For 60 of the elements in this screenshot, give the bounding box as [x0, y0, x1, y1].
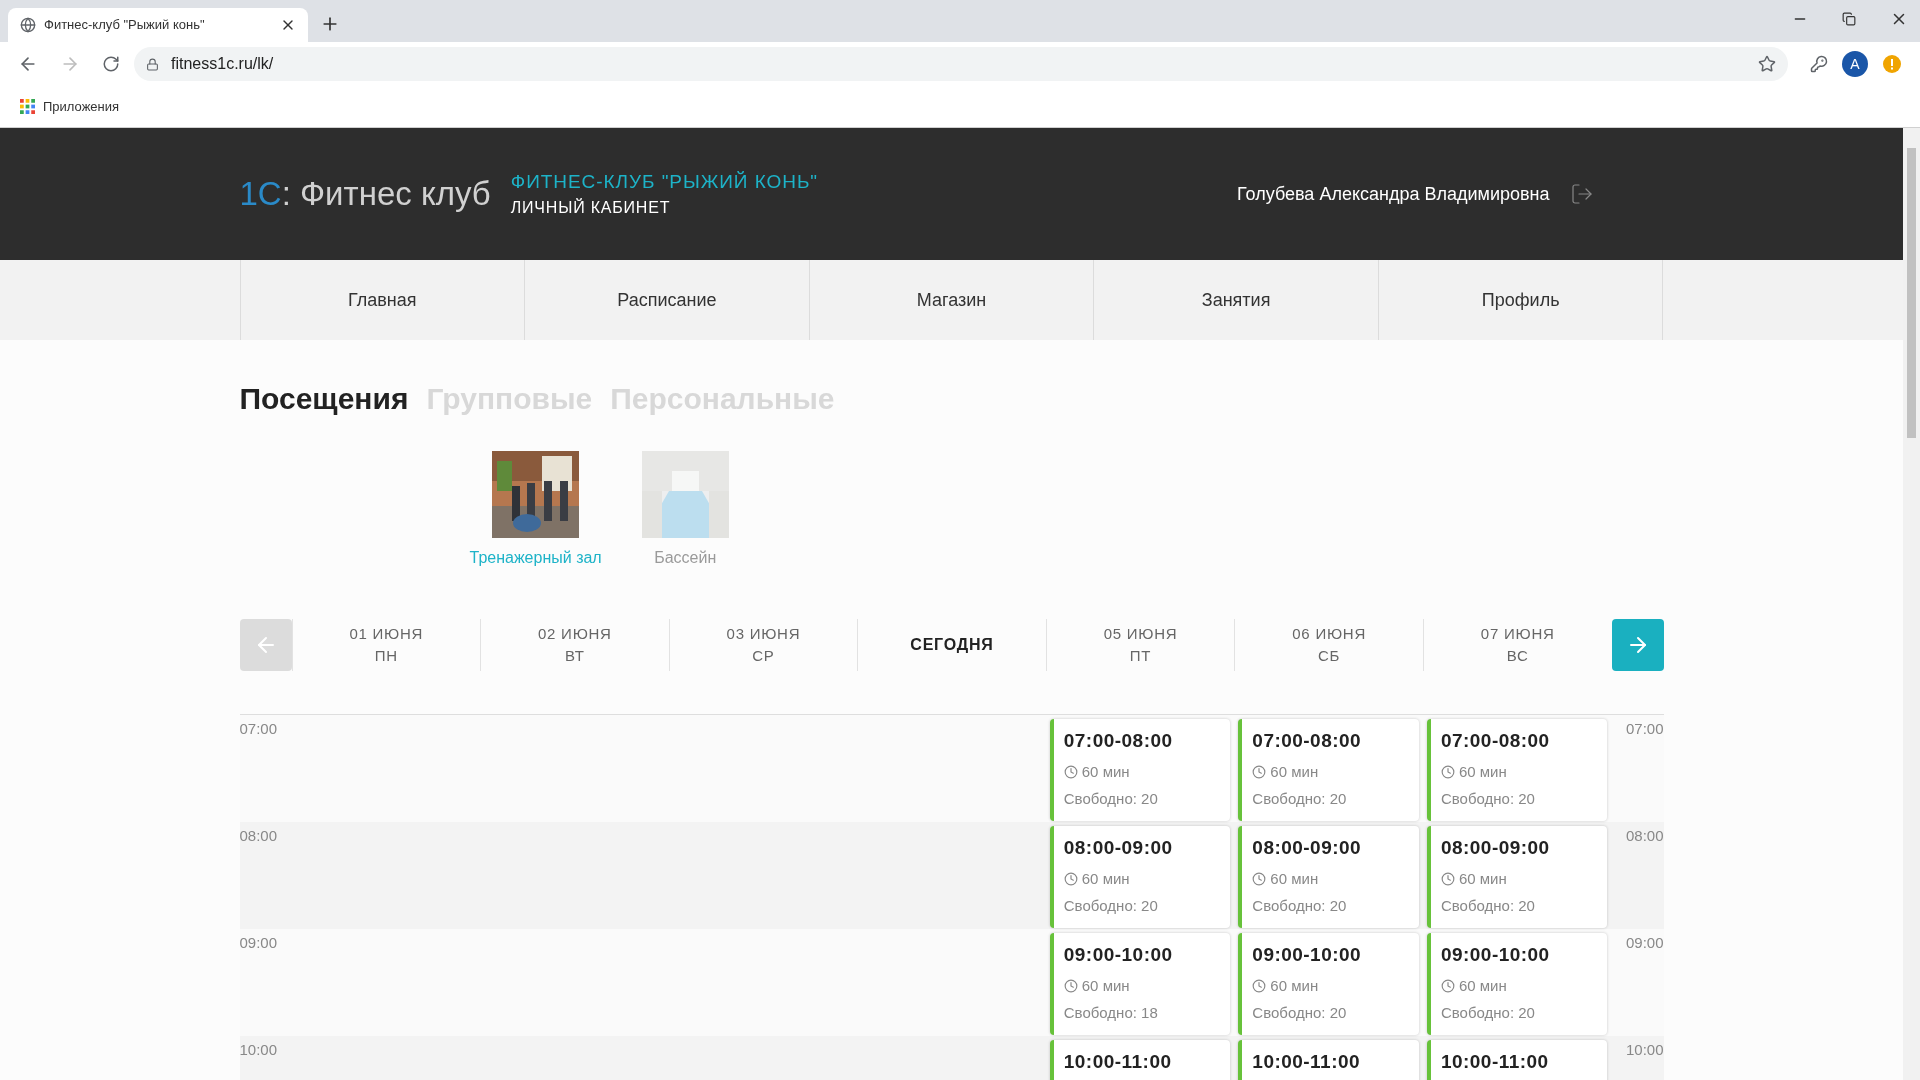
clock-icon	[1063, 871, 1078, 886]
clock-icon	[1063, 764, 1078, 779]
hour-label: 08:00	[239, 827, 278, 844]
nav-item[interactable]: Расписание	[525, 260, 810, 340]
key-icon[interactable]	[1810, 55, 1828, 73]
site-logo[interactable]: 1С: Фитнес клуб	[239, 169, 491, 219]
nav-item[interactable]: Главная	[240, 260, 526, 340]
clock-icon	[1063, 978, 1078, 993]
section-tab[interactable]: Посещения	[239, 376, 409, 421]
session-card[interactable]: 10:00-11:00	[1426, 1040, 1608, 1080]
hour-label: 09:00	[1625, 934, 1664, 951]
day-tab[interactable]: СЕГОДНЯ	[857, 619, 1046, 671]
clock-icon	[1440, 871, 1455, 886]
apps-grid-icon	[20, 99, 35, 114]
session-card[interactable]: 10:00-11:00	[1049, 1040, 1231, 1080]
session-card[interactable]: 08:00-09:00 60 мин Свободно: 20	[1426, 826, 1608, 928]
user-name: Голубева Александра Владимировна	[1237, 182, 1550, 206]
clock-icon	[1440, 978, 1455, 993]
session-card[interactable]: 10:00-11:00	[1238, 1040, 1419, 1080]
profile-avatar[interactable]: A	[1842, 51, 1868, 77]
address-bar[interactable]: fitness1c.ru/lk/	[134, 47, 1788, 81]
club-name: ФИТНЕС-КЛУБ "РЫЖИЙ КОНЬ"	[510, 169, 818, 194]
day-tab[interactable]: 01 ИЮНЯ ПН	[291, 619, 481, 671]
session-card[interactable]: 09:00-10:00 60 мин Свободно: 18	[1049, 933, 1231, 1035]
nav-item[interactable]: Профиль	[1378, 260, 1664, 340]
session-card[interactable]: 07:00-08:00 60 мин Свободно: 20	[1049, 719, 1231, 821]
session-card[interactable]: 08:00-09:00 60 мин Свободно: 20	[1238, 826, 1419, 928]
url-text: fitness1c.ru/lk/	[171, 54, 274, 74]
day-tab[interactable]: 05 ИЮНЯ ПТ	[1045, 619, 1235, 671]
hour-label: 07:00	[239, 720, 278, 737]
clock-icon	[1252, 871, 1267, 886]
clock-icon	[1252, 978, 1267, 993]
session-card[interactable]: 07:00-08:00 60 мин Свободно: 20	[1238, 719, 1419, 821]
hour-label: 07:00	[1625, 720, 1664, 737]
clock-icon	[1440, 764, 1455, 779]
clock-icon	[1252, 764, 1267, 779]
cabinet-subtitle: ЛИЧНЫЙ КАБИНЕТ	[510, 197, 672, 219]
bookmark-link[interactable]: Приложения	[43, 96, 120, 117]
bookmark-star-icon[interactable]	[1758, 55, 1776, 73]
hour-label: 08:00	[1625, 827, 1664, 844]
hour-label: 10:00	[1625, 1041, 1664, 1058]
lock-icon	[146, 57, 159, 71]
session-card[interactable]: 07:00-08:00 60 мин Свободно: 20	[1426, 719, 1608, 821]
next-week-button[interactable]	[1611, 619, 1664, 671]
tab-title: Фитнес-клуб "Рыжий конь"	[44, 16, 206, 35]
day-tab[interactable]: 02 ИЮНЯ ВТ	[480, 619, 669, 671]
day-tab[interactable]: 06 ИЮНЯ СБ	[1234, 619, 1423, 671]
logout-icon[interactable]	[1569, 182, 1594, 206]
nav-item[interactable]: Занятия	[1094, 260, 1379, 340]
session-card[interactable]: 09:00-10:00 60 мин Свободно: 20	[1238, 933, 1419, 1035]
hour-label: 10:00	[239, 1041, 278, 1058]
globe-icon	[20, 17, 36, 33]
reload-icon[interactable]	[102, 55, 120, 73]
nav-item[interactable]: Магазин	[809, 260, 1095, 340]
session-card[interactable]: 08:00-09:00 60 мин Свободно: 20	[1049, 826, 1231, 928]
day-tab[interactable]: 03 ИЮНЯ СР	[668, 619, 858, 671]
restore-icon[interactable]	[1842, 12, 1856, 26]
day-tab[interactable]: 07 ИЮНЯ ВС	[1422, 619, 1612, 671]
session-card[interactable]: 09:00-10:00 60 мин Свободно: 20	[1426, 933, 1608, 1035]
hour-label: 09:00	[239, 934, 278, 951]
